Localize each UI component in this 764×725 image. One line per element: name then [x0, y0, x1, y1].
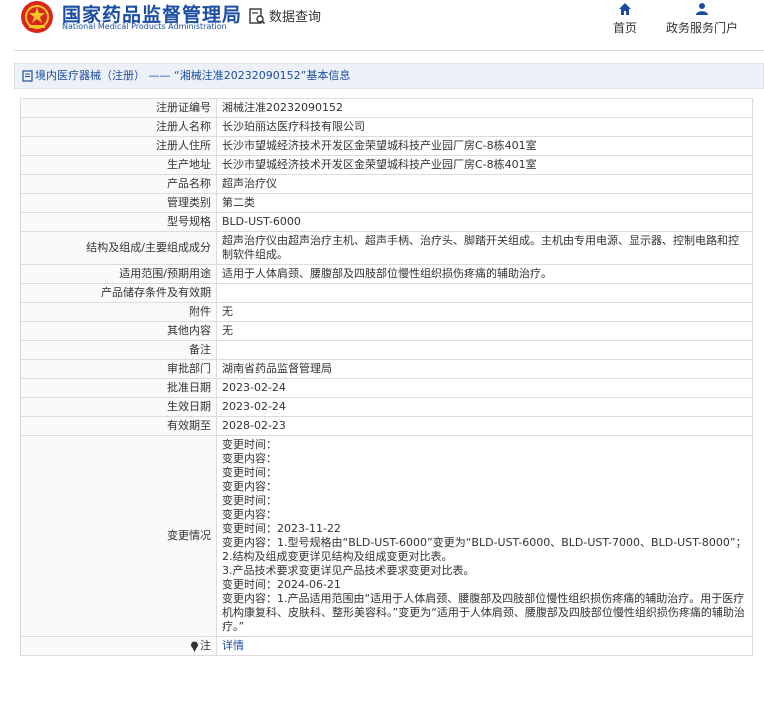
info-row-scope-intended-use: 适用范围/预期用途 适用于人体肩颈、腰腹部及四肢部位慢性组织损伤疼痛的辅助治疗。	[20, 264, 753, 284]
field-label: 注册证编号	[20, 98, 217, 118]
registration-info-table: 注册证编号 湘械注准20232090152 注册人名称 长沙珀丽达医疗科技有限公司 注册…	[20, 98, 753, 656]
change-line: 2.结构及组成变更详见结构及组成变更对比表。	[222, 550, 453, 563]
search-document-icon	[249, 7, 266, 24]
info-row-remarks: 备注	[20, 340, 753, 360]
note-label: 注	[200, 639, 211, 652]
pin-icon	[191, 641, 198, 652]
field-label: 管理类别	[20, 193, 217, 213]
change-line: 变更时间：	[222, 466, 277, 479]
field-label: 注册人名称	[20, 117, 217, 137]
info-row-storage-validity: 产品储存条件及有效期	[20, 283, 753, 303]
field-value: 无	[216, 302, 753, 322]
field-label: 备注	[20, 340, 217, 360]
field-label: 变更情况	[20, 435, 217, 637]
nav-home-label: 首页	[612, 21, 637, 35]
change-line: 变更内容：	[222, 480, 277, 493]
change-line: 变更内容：1.产品适用范围由“适用于人体肩颈、腰腹部及四肢部位慢性组织损伤疼痛的…	[222, 592, 745, 633]
breadcrumb-subject: “湘械注准20232090152”基本信息	[174, 69, 351, 82]
change-history: 变更时间： 变更内容： 变更时间： 变更内容： 变更时间： 变更内容： 变更时间：2023-…	[216, 435, 753, 637]
field-label: 型号规格	[20, 212, 217, 232]
breadcrumb: 境内医疗器械（注册） —— “湘械注准20232090152”基本信息	[14, 63, 764, 89]
field-value: 长沙珀丽达医疗科技有限公司	[216, 117, 753, 137]
field-label: 其他内容	[20, 321, 217, 341]
info-row-reg-number: 注册证编号 湘械注准20232090152	[20, 98, 753, 118]
nav-service-portal[interactable]: 政务服务门户	[664, 2, 740, 36]
field-value: 适用于人体肩颈、腰腹部及四肢部位慢性组织损伤疼痛的辅助治疗。	[216, 264, 753, 284]
site-subtitle: National Medical Products Administration	[62, 22, 227, 31]
field-label: 生效日期	[20, 397, 217, 417]
nav-service-label: 政务服务门户	[665, 21, 738, 35]
document-icon	[22, 70, 33, 82]
info-row-approval-dept: 审批部门 湖南省药品监督管理局	[20, 359, 753, 379]
site-header: 国家药品监督管理局 National Medical Products Admi…	[0, 0, 764, 50]
details-link[interactable]: 详情	[222, 639, 244, 652]
info-row-structure-composition: 结构及组成/主要组成成分 超声治疗仪由超声治疗主机、超声手柄、治疗头、脚踏开关组成…	[20, 231, 753, 265]
info-row-approval-date: 批准日期 2023-02-24	[20, 378, 753, 398]
field-value: 长沙市望城经济技术开发区金荣望城科技产业园厂房C-8栋401室	[216, 155, 753, 175]
info-row-change-history: 变更情况 变更时间： 变更内容： 变更时间： 变更内容： 变更时间： 变更内容： 变更时间：2…	[20, 435, 753, 637]
field-value: 湘械注准20232090152	[216, 98, 753, 118]
breadcrumb-separator: ——	[148, 69, 171, 82]
data-query-link[interactable]: 数据查询	[248, 6, 321, 25]
field-label: 适用范围/预期用途	[20, 264, 217, 284]
field-value: 第二类	[216, 193, 753, 213]
field-value: 超声治疗仪	[216, 174, 753, 194]
change-line: 变更时间：2024-06-21	[222, 578, 341, 591]
info-row-registrant-address: 注册人住所 长沙市望城经济技术开发区金荣望城科技产业园厂房C-8栋401室	[20, 136, 753, 156]
field-label: 注	[20, 636, 217, 656]
field-value	[216, 283, 753, 303]
user-icon	[696, 3, 708, 15]
change-line: 变更时间：	[222, 494, 277, 507]
field-label: 附件	[20, 302, 217, 322]
field-value: 2023-02-24	[216, 397, 753, 417]
info-row-product-name: 产品名称 超声治疗仪	[20, 174, 753, 194]
field-value: 2028-02-23	[216, 416, 753, 436]
change-line: 变更内容：	[222, 452, 277, 465]
change-line: 变更时间：	[222, 438, 277, 451]
field-label: 结构及组成/主要组成成分	[20, 231, 217, 265]
field-value: BLD-UST-6000	[216, 212, 753, 232]
info-row-registrant-name: 注册人名称 长沙珀丽达医疗科技有限公司	[20, 117, 753, 137]
change-line: 变更内容：1.型号规格由“BLD-UST-6000”变更为“BLD-UST-60…	[222, 536, 747, 549]
field-value: 超声治疗仪由超声治疗主机、超声手柄、治疗头、脚踏开关组成。主机由专用电源、显示器…	[216, 231, 753, 265]
field-value	[216, 340, 753, 360]
field-value: 长沙市望城经济技术开发区金荣望城科技产业园厂房C-8栋401室	[216, 136, 753, 156]
national-emblem-icon	[21, 1, 53, 33]
field-label: 产品名称	[20, 174, 217, 194]
field-value: 无	[216, 321, 753, 341]
info-row-attachment: 附件无	[20, 302, 753, 322]
field-label: 有效期至	[20, 416, 217, 436]
change-line: 变更时间：2023-11-22	[222, 522, 341, 535]
breadcrumb-category[interactable]: 境内医疗器械（注册）	[35, 69, 145, 82]
field-value: 湖南省药品监督管理局	[216, 359, 753, 379]
field-value: 详情	[216, 636, 753, 656]
field-label: 生产地址	[20, 155, 217, 175]
info-row-note: 注详情	[20, 636, 753, 656]
field-label: 注册人住所	[20, 136, 217, 156]
data-query-label: 数据查询	[269, 10, 322, 25]
field-value: 2023-02-24	[216, 378, 753, 398]
info-row-effective-date: 生效日期 2023-02-24	[20, 397, 753, 417]
nav-home[interactable]: 首页	[611, 2, 639, 36]
info-row-expiry-date: 有效期至 2028-02-23	[20, 416, 753, 436]
info-row-management-class: 管理类别 第二类	[20, 193, 753, 213]
info-row-model-spec: 型号规格 BLD-UST-6000	[20, 212, 753, 232]
field-label: 批准日期	[20, 378, 217, 398]
header-divider	[14, 50, 764, 51]
change-line: 3.产品技术要求变更详见产品技术要求变更对比表。	[222, 564, 475, 577]
change-line: 变更内容：	[222, 508, 277, 521]
field-label: 审批部门	[20, 359, 217, 379]
home-icon	[619, 3, 631, 15]
field-label: 产品储存条件及有效期	[20, 283, 217, 303]
info-row-production-address: 生产地址 长沙市望城经济技术开发区金荣望城科技产业园厂房C-8栋401室	[20, 155, 753, 175]
info-row-other-content: 其他内容无	[20, 321, 753, 341]
